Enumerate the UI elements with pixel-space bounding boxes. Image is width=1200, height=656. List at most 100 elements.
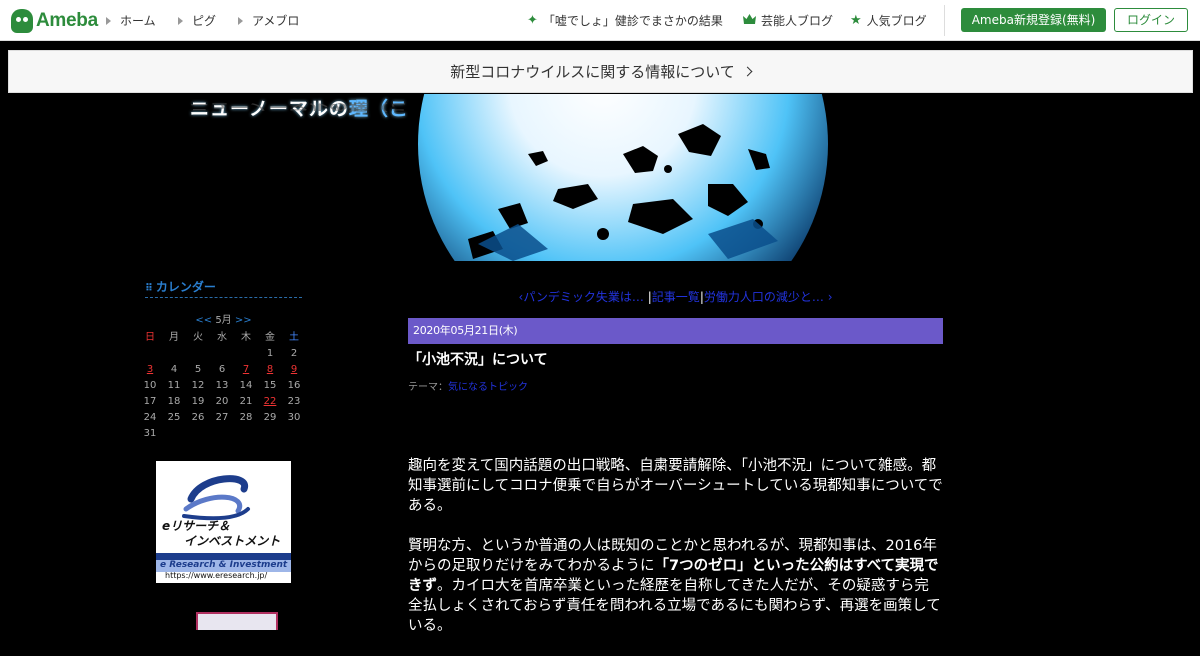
theme-label: テーマ： [408, 382, 448, 393]
calendar-weekday: 日 [145, 332, 155, 343]
calendar-day: 20 [215, 396, 229, 407]
prev-entry-label: パンデミック失業は… [523, 290, 644, 304]
calendar-weekday: 水 [217, 332, 227, 343]
grid-dots-icon: ⠿ [145, 283, 153, 294]
header-globe-image [408, 94, 828, 261]
ameba-logo-icon [11, 9, 33, 33]
sparkle-icon: ✦ [527, 13, 538, 28]
calendar-heading-label: カレンダー [155, 280, 216, 294]
calendar-day: 18 [167, 396, 181, 407]
calendar-week-row: 31 [138, 426, 308, 442]
calendar-day: 6 [218, 364, 226, 375]
calendar-prev-month[interactable]: << [195, 315, 212, 326]
triangle-right-icon [238, 16, 243, 25]
crown-icon [743, 13, 756, 28]
calendar-heading: ⠿ カレンダー [145, 278, 302, 298]
eresearch-banner[interactable]: eリサーチ＆ インベストメント e Research & Investment … [156, 461, 291, 583]
calendar-day: 21 [239, 396, 253, 407]
calendar-week-row: 10 11 12 13 14 15 16 [138, 378, 308, 394]
login-button[interactable]: ログイン [1114, 8, 1188, 32]
calendar-day [162, 426, 186, 442]
nav-pigg[interactable]: ピグ [178, 12, 216, 29]
next-entry-label: 労働力人口の減少と… [703, 290, 824, 304]
trend-label: 芸能人ブログ [761, 14, 834, 28]
trend-link-health[interactable]: ✦ 「嘘でしょ」健診でまさかの結果 [527, 12, 723, 29]
banner-url: https://www.eresearch.jp/ [165, 571, 268, 580]
blog-title-reflection-main: ニューノーマルの [190, 101, 349, 112]
calendar-day: 4 [170, 364, 178, 375]
theme-link[interactable]: 気になるトピック [448, 382, 528, 393]
calendar-next-month[interactable]: >> [235, 315, 252, 326]
calendar-day: 10 [143, 380, 157, 391]
calendar-day-link[interactable]: 9 [282, 362, 306, 378]
trend-label: 人気ブログ [866, 14, 927, 28]
calendar-day [186, 426, 210, 442]
calendar-day [234, 426, 258, 442]
calendar-day: 15 [263, 380, 277, 391]
calendar-day: 1 [266, 348, 274, 359]
entry-list-link[interactable]: 記事一覧 [652, 290, 700, 304]
calendar-day: 14 [239, 380, 253, 391]
calendar-day: 11 [167, 380, 181, 391]
calendar-day: 5 [194, 364, 202, 375]
trend-link-celebrity[interactable]: 芸能人ブログ [743, 12, 833, 29]
calendar-day: 12 [191, 380, 205, 391]
next-entry-link[interactable]: 労働力人口の減少と… › [704, 290, 833, 304]
calendar-day: 17 [143, 396, 157, 407]
calendar-day-link[interactable]: 8 [258, 362, 282, 378]
trend-label: 「嘘でしょ」健診でまさかの結果 [542, 14, 723, 28]
entry-title[interactable]: 「小池不況」について [408, 349, 548, 369]
calendar-month-label: 5月 [215, 315, 232, 326]
nav-home[interactable]: ホーム [106, 12, 156, 29]
calendar-week-row: 24 25 26 27 28 29 30 [138, 410, 308, 426]
entry-paragraph: 賢明な方、というか普通の人は既知のことかと思われるが、現都知事は、2016年から… [408, 536, 943, 636]
triangle-right-icon [106, 16, 111, 25]
calendar-day [210, 346, 234, 362]
calendar-day: 16 [287, 380, 301, 391]
calendar-weekday: 火 [193, 332, 203, 343]
calendar-day [186, 346, 210, 362]
calendar-week-row: 34 5 6789 [138, 362, 308, 378]
calendar-day [258, 426, 282, 442]
calendar-day [282, 426, 306, 442]
calendar-day: 31 [143, 428, 157, 439]
triangle-right-icon [178, 16, 183, 25]
calendar-day: 2 [290, 348, 298, 359]
trend-link-popular[interactable]: ★ 人気ブログ [850, 12, 927, 29]
global-header: Ameba ホーム ピグ アメブロ ✦ 「嘘でしょ」健診でまさかの結果 芸能人ブ… [0, 0, 1200, 41]
calendar-day-link[interactable]: 7 [234, 362, 258, 378]
register-button[interactable]: Ameba新規登録(無料) [961, 8, 1106, 32]
calendar-day: 19 [191, 396, 205, 407]
covid-info-banner[interactable]: 新型コロナウイルスに関する情報について [8, 50, 1193, 93]
nav-ameblo[interactable]: アメブロ [238, 12, 299, 29]
calendar-day: 24 [143, 412, 157, 423]
entry-body: 趣向を変えて国内話題の出口戦略、自粛要請解除、「小池不況」について雑感。都知事選… [408, 456, 943, 656]
covid-info-text: 新型コロナウイルスに関する情報について [450, 63, 735, 81]
calendar-day [138, 346, 162, 362]
calendar-day-link[interactable]: 22 [258, 394, 282, 410]
calendar-day: 30 [287, 412, 301, 423]
entry-theme: テーマ：気になるトピック [408, 378, 528, 393]
entry-date: 2020年05月21日(木) [408, 318, 943, 344]
calendar-day: 13 [215, 380, 229, 391]
ameba-logo[interactable]: Ameba [11, 8, 98, 34]
calendar-day-link[interactable]: 3 [138, 362, 162, 378]
calendar-weekday: 月 [169, 332, 179, 343]
banner-jp-line2: インベストメント [184, 534, 281, 548]
star-icon: ★ [850, 13, 862, 28]
sidebar-banner-2[interactable] [196, 612, 278, 630]
calendar-day: 26 [191, 412, 205, 423]
banner-en: e Research & Investment [160, 560, 288, 570]
calendar-day [234, 346, 258, 362]
ameba-logo-text: Ameba [36, 10, 98, 31]
calendar-week-row: 17 18 19 20 21 22 23 [138, 394, 308, 410]
calendar-grid: 日月火水木金土 1 2 3 4 5 6 7 8 9 10 11 12 13 14 15 16 17 18 19 20 21… [138, 330, 308, 442]
calendar-weekday-row: 日月火水木金土 [138, 330, 308, 346]
nav-pigg-label: ピグ [192, 14, 217, 28]
calendar-month-nav: << 5月 >> [145, 311, 302, 326]
calendar-day [210, 426, 234, 442]
calendar-week-row: 12 [138, 346, 308, 362]
calendar-day [162, 346, 186, 362]
chevron-right-icon [742, 66, 753, 77]
prev-entry-link[interactable]: ‹パンデミック失業は… [519, 290, 644, 304]
